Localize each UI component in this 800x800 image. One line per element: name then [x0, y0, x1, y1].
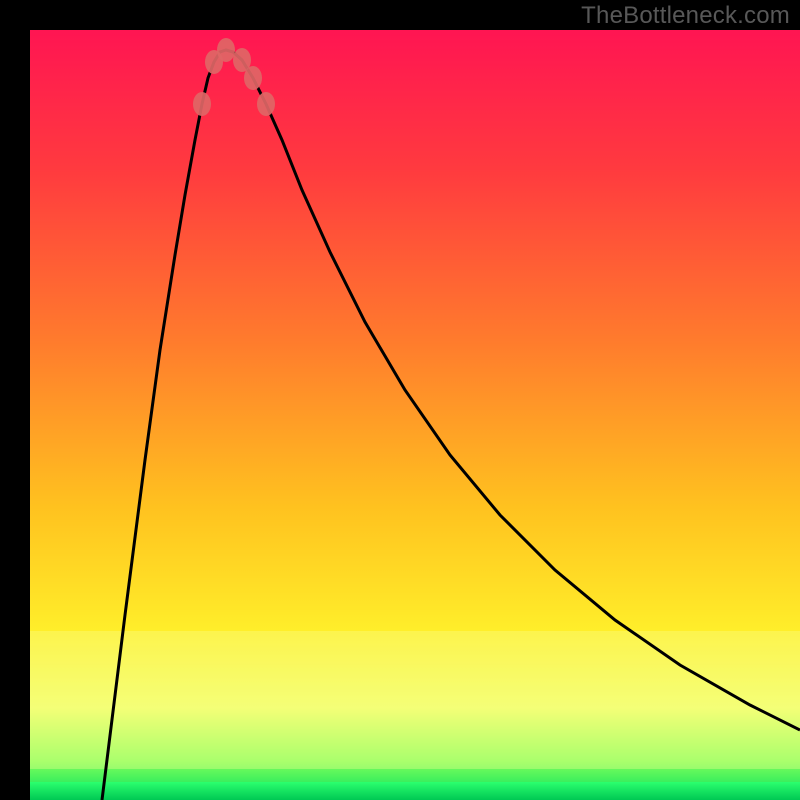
curve-marker [244, 66, 262, 90]
bottleneck-curve [102, 50, 800, 800]
frame: TheBottleneck.com [0, 0, 800, 800]
watermark: TheBottleneck.com [581, 2, 790, 30]
curve-marker [217, 38, 235, 62]
plot-area [30, 30, 800, 800]
curve-svg [30, 30, 800, 800]
marker-group [193, 38, 275, 116]
curve-marker [257, 92, 275, 116]
curve-marker [193, 92, 211, 116]
